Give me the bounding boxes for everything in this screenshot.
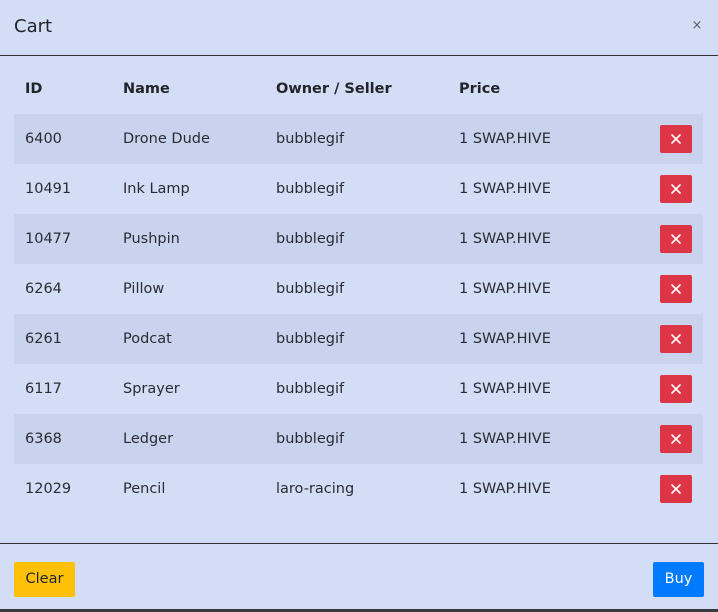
cell-action	[649, 114, 703, 164]
table-row: 6117 Sprayer bubblegif 1 SWAP.HIVE	[14, 364, 703, 414]
cell-action	[649, 464, 703, 514]
modal-body: ID Name Owner / Seller Price 6400 Drone D…	[14, 64, 703, 514]
buy-button[interactable]: Buy	[653, 562, 704, 597]
cell-id: 6264	[25, 281, 62, 297]
modal-header: Cart ×	[0, 0, 718, 56]
remove-item-button[interactable]	[660, 275, 692, 303]
close-icon	[671, 184, 681, 194]
table-row: 12029 Pencil laro-racing 1 SWAP.HIVE	[14, 464, 703, 514]
cell-price: 1 SWAP.HIVE	[459, 231, 551, 247]
clear-button[interactable]: Clear	[14, 562, 75, 597]
cell-price: 1 SWAP.HIVE	[459, 131, 551, 147]
cell-id: 6261	[25, 331, 62, 347]
cell-name: Ledger	[123, 431, 174, 447]
cell-action	[649, 164, 703, 214]
cell-price: 1 SWAP.HIVE	[459, 331, 551, 347]
header-owner: Owner / Seller	[276, 81, 392, 97]
close-button[interactable]: ×	[690, 18, 704, 34]
remove-item-button[interactable]	[660, 125, 692, 153]
remove-item-button[interactable]	[660, 425, 692, 453]
table-row: 6261 Podcat bubblegif 1 SWAP.HIVE	[14, 314, 703, 364]
cell-owner: bubblegif	[276, 281, 345, 297]
remove-item-button[interactable]	[660, 475, 692, 503]
header-id: ID	[25, 81, 43, 97]
table-row: 6400 Drone Dude bubblegif 1 SWAP.HIVE	[14, 114, 703, 164]
cart-rows: 6400 Drone Dude bubblegif 1 SWAP.HIVE 10491 I…	[14, 114, 703, 514]
cell-price: 1 SWAP.HIVE	[459, 481, 551, 497]
cell-name: Ink Lamp	[123, 181, 190, 197]
cell-name: Drone Dude	[123, 131, 210, 147]
remove-item-button[interactable]	[660, 325, 692, 353]
cart-table: ID Name Owner / Seller Price 6400 Drone D…	[14, 64, 703, 514]
cell-owner: bubblegif	[276, 231, 345, 247]
cell-id: 6117	[25, 381, 62, 397]
cell-id: 10477	[25, 231, 72, 247]
table-row: 10491 Ink Lamp bubblegif 1 SWAP.HIVE	[14, 164, 703, 214]
cell-owner: bubblegif	[276, 181, 345, 197]
cell-price: 1 SWAP.HIVE	[459, 281, 551, 297]
header-action	[649, 64, 703, 114]
close-icon	[671, 134, 681, 144]
close-icon	[671, 484, 681, 494]
cell-name: Pushpin	[123, 231, 180, 247]
table-header-row: ID Name Owner / Seller Price	[14, 64, 703, 114]
cell-action	[649, 264, 703, 314]
cell-name: Podcat	[123, 331, 172, 347]
close-icon	[671, 284, 681, 294]
close-icon	[671, 234, 681, 244]
cell-action	[649, 314, 703, 364]
table-row: 6264 Pillow bubblegif 1 SWAP.HIVE	[14, 264, 703, 314]
cell-id: 6368	[25, 431, 62, 447]
cell-action	[649, 414, 703, 464]
cell-owner: bubblegif	[276, 431, 345, 447]
close-icon	[671, 434, 681, 444]
modal-title: Cart	[14, 16, 53, 37]
remove-item-button[interactable]	[660, 225, 692, 253]
header-price: Price	[459, 81, 501, 97]
remove-item-button[interactable]	[660, 175, 692, 203]
cell-owner: laro-racing	[276, 481, 355, 497]
cell-owner: bubblegif	[276, 381, 345, 397]
cell-name: Pencil	[123, 481, 166, 497]
close-icon	[671, 334, 681, 344]
cell-owner: bubblegif	[276, 331, 345, 347]
table-row: 10477 Pushpin bubblegif 1 SWAP.HIVE	[14, 214, 703, 264]
cell-price: 1 SWAP.HIVE	[459, 431, 551, 447]
cell-name: Pillow	[123, 281, 165, 297]
cell-id: 12029	[25, 481, 72, 497]
cell-id: 6400	[25, 131, 62, 147]
close-icon	[671, 384, 681, 394]
modal-footer: Clear Buy	[0, 543, 718, 612]
remove-item-button[interactable]	[660, 375, 692, 403]
table-row: 6368 Ledger bubblegif 1 SWAP.HIVE	[14, 414, 703, 464]
cart-modal: Cart × ID Name Owner / Seller Price 6400…	[0, 0, 718, 612]
cell-action	[649, 364, 703, 414]
cell-id: 10491	[25, 181, 72, 197]
cell-price: 1 SWAP.HIVE	[459, 181, 551, 197]
cell-name: Sprayer	[123, 381, 180, 397]
cell-owner: bubblegif	[276, 131, 345, 147]
header-name: Name	[123, 81, 170, 97]
cell-price: 1 SWAP.HIVE	[459, 381, 551, 397]
cell-action	[649, 214, 703, 264]
